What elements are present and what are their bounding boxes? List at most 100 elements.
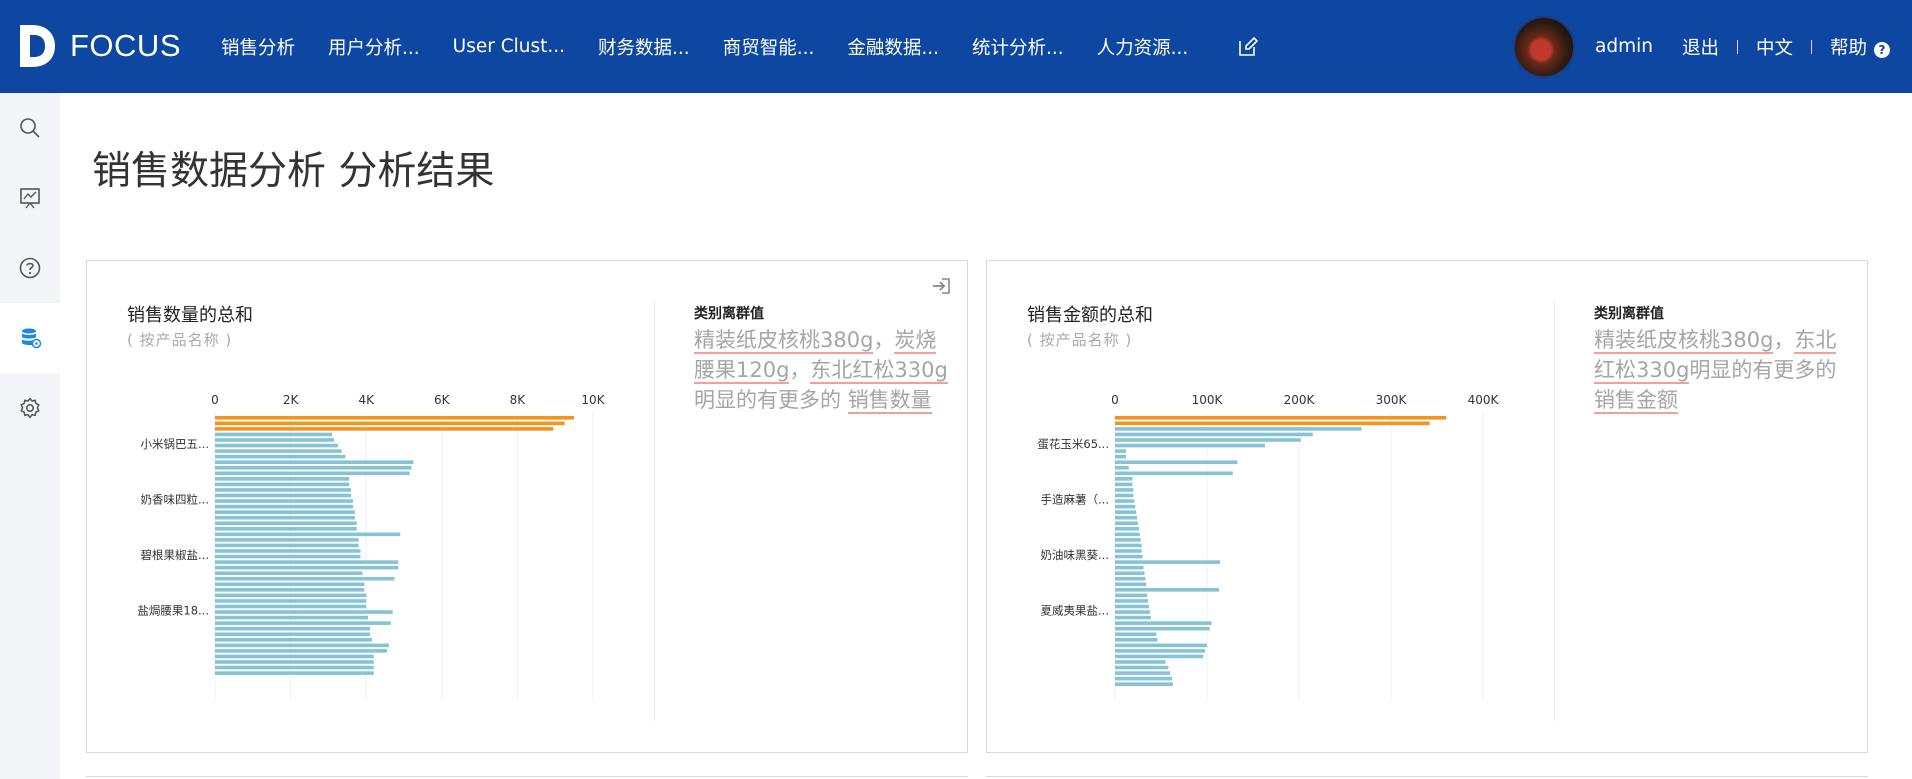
sidebar-help[interactable]: [0, 233, 60, 303]
bar[interactable]: [1115, 660, 1166, 664]
bar[interactable]: [1115, 571, 1145, 575]
bar[interactable]: [1115, 449, 1127, 453]
bar[interactable]: [1115, 626, 1210, 631]
bar[interactable]: [1115, 482, 1133, 487]
bar[interactable]: [1115, 671, 1171, 675]
language-switch[interactable]: 中文: [1756, 34, 1793, 60]
bar[interactable]: [1115, 454, 1127, 459]
bar[interactable]: [215, 460, 414, 464]
bar[interactable]: [1115, 638, 1158, 642]
bar[interactable]: [215, 560, 399, 564]
bar[interactable]: [1115, 460, 1238, 464]
bar[interactable]: [215, 588, 365, 592]
bar[interactable]: [215, 626, 370, 631]
nav-item-user-analysis[interactable]: 用户分析...: [328, 34, 420, 60]
bar[interactable]: [1115, 582, 1147, 587]
bar[interactable]: [215, 477, 350, 481]
bar[interactable]: [215, 488, 352, 492]
brand-logo[interactable]: FOCUS: [18, 22, 181, 70]
username-link[interactable]: admin: [1595, 36, 1653, 57]
bar[interactable]: [215, 638, 372, 642]
bar[interactable]: [1115, 471, 1233, 476]
bar[interactable]: [1115, 654, 1204, 659]
bar[interactable]: [1115, 588, 1219, 592]
bar[interactable]: [1115, 665, 1169, 670]
bar[interactable]: [215, 449, 342, 453]
bar[interactable]: [1115, 521, 1138, 526]
bar-chart-sales-amount[interactable]: 0 100K 200K 300K 400K 蛋花玉米65... 手造麻薯（... 奶油味黑葵.…: [987, 381, 1547, 741]
bar[interactable]: [215, 593, 367, 598]
edit-icon[interactable]: [1237, 36, 1259, 58]
nav-item-business-intelligence[interactable]: 商贸智能...: [723, 34, 815, 60]
bar[interactable]: [1115, 554, 1143, 559]
bar[interactable]: [215, 571, 363, 575]
bar[interactable]: [215, 643, 389, 648]
bar[interactable]: [215, 532, 401, 537]
bar[interactable]: [1115, 649, 1206, 653]
bar[interactable]: [215, 510, 355, 514]
export-icon[interactable]: [931, 275, 953, 297]
bar[interactable]: [215, 632, 370, 637]
bar[interactable]: [215, 554, 361, 559]
bar[interactable]: [215, 671, 374, 675]
bar[interactable]: [215, 515, 355, 520]
bar-chart-sales-quantity[interactable]: 0 2K 4K 6K 8K 10K 小米锅巴五... 奶香味四粒... 碧根果椒盐... 盐焗腰果…: [87, 381, 647, 741]
help-link[interactable]: 帮助?: [1830, 34, 1890, 60]
bar[interactable]: [215, 504, 353, 509]
nav-item-sales-analysis[interactable]: 销售分析: [221, 34, 295, 60]
bar[interactable]: [215, 621, 391, 625]
bar[interactable]: [1115, 438, 1301, 442]
bar[interactable]: [1115, 427, 1362, 431]
bar[interactable]: [1115, 610, 1150, 614]
nav-item-hr[interactable]: 人力资源...: [1097, 34, 1189, 60]
bar[interactable]: [215, 521, 357, 526]
bar[interactable]: [1115, 465, 1129, 470]
bar[interactable]: [1115, 504, 1136, 509]
bar[interactable]: [215, 538, 359, 542]
bar[interactable]: [215, 493, 352, 498]
bar[interactable]: [215, 543, 359, 548]
bar[interactable]: [215, 654, 374, 659]
bar[interactable]: [215, 432, 333, 437]
bar[interactable]: [1115, 432, 1313, 437]
bar[interactable]: [215, 454, 346, 459]
bar[interactable]: [215, 549, 361, 553]
bar[interactable]: [215, 438, 335, 442]
bar[interactable]: [1115, 538, 1141, 542]
bar[interactable]: [1115, 510, 1137, 514]
bar[interactable]: [1115, 632, 1157, 637]
sidebar-search[interactable]: [0, 93, 60, 163]
bar[interactable]: [215, 582, 365, 587]
avatar[interactable]: [1512, 15, 1575, 78]
bar[interactable]: [215, 649, 387, 653]
nav-item-financial-data[interactable]: 金融数据...: [847, 34, 939, 60]
bar[interactable]: [1115, 549, 1142, 553]
outlier-bar[interactable]: [215, 421, 565, 426]
nav-item-statistics[interactable]: 统计分析...: [972, 34, 1064, 60]
logout-link[interactable]: 退出: [1682, 34, 1719, 60]
bar[interactable]: [1115, 499, 1135, 503]
bar[interactable]: [1115, 615, 1151, 620]
bar[interactable]: [1115, 593, 1148, 598]
bar[interactable]: [215, 482, 350, 487]
bar[interactable]: [1115, 682, 1173, 686]
bar[interactable]: [1115, 643, 1207, 648]
bar[interactable]: [215, 599, 367, 603]
bar[interactable]: [1115, 532, 1140, 537]
bar[interactable]: [215, 565, 399, 570]
bar[interactable]: [1115, 488, 1134, 492]
nav-item-finance-data[interactable]: 财务数据...: [598, 34, 690, 60]
bar[interactable]: [1115, 560, 1220, 564]
sidebar-database[interactable]: [0, 303, 60, 373]
outlier-bar[interactable]: [1115, 421, 1430, 426]
sidebar-dashboard[interactable]: [0, 163, 60, 233]
bar[interactable]: [215, 465, 412, 470]
bar[interactable]: [1115, 599, 1149, 603]
bar[interactable]: [1115, 515, 1138, 520]
bar[interactable]: [1115, 604, 1150, 609]
bar[interactable]: [215, 665, 374, 670]
bar[interactable]: [215, 499, 353, 503]
bar[interactable]: [215, 443, 338, 448]
bar[interactable]: [1115, 493, 1134, 498]
outlier-bar[interactable]: [1115, 416, 1447, 420]
